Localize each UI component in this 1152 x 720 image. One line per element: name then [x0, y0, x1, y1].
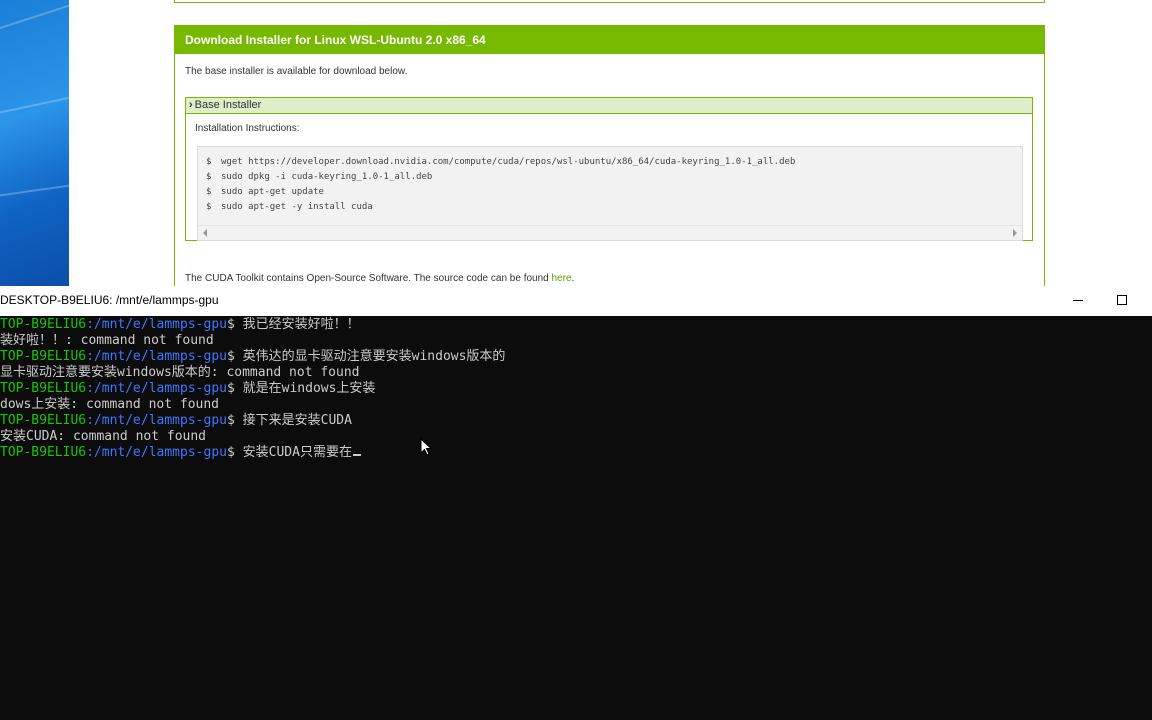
terminal-line: 装好啦！！: command not found: [0, 333, 214, 349]
code-prompt: $: [206, 172, 212, 182]
terminal-line: TOP-B9ELIU6:/mnt/e/lammps-gpu$ 安装CUDA只需要…: [0, 445, 361, 461]
prompt-dollar: $: [226, 349, 243, 364]
desktop-wallpaper: [0, 0, 69, 286]
prompt-dollar: $: [226, 381, 243, 396]
terminal-output-text: 显卡驱动注意要安装windows版本的: command not found: [0, 365, 360, 380]
code-command: sudo dpkg -i cuda-keyring_1.0-1_all.deb: [221, 172, 433, 182]
prompt-host: TOP-B9ELIU6: [0, 413, 87, 428]
base-installer-toggle[interactable]: › Base Installer: [186, 98, 1032, 114]
browser-page: Download Installer for Linux WSL-Ubuntu …: [69, 0, 1152, 286]
scroll-left-icon[interactable]: [203, 229, 207, 237]
prompt-host: TOP-B9ELIU6: [0, 445, 87, 460]
open-source-text: The CUDA Toolkit contains Open-Source So…: [185, 273, 552, 284]
terminal-titlebar[interactable]: DESKTOP-B9ELIU6: /mnt/e/lammps-gpu: [0, 286, 1152, 316]
terminal-line: TOP-B9ELIU6:/mnt/e/lammps-gpu$ 接下来是安装CUD…: [0, 413, 352, 429]
prompt-host: TOP-B9ELIU6: [0, 381, 87, 396]
terminal-input-text: 就是在windows上安装: [242, 381, 376, 396]
terminal-title: DESKTOP-B9ELIU6: /mnt/e/lammps-gpu: [0, 293, 219, 307]
terminal-line: 安装CUDA: command not found: [0, 429, 206, 445]
maximize-button[interactable]: [1100, 286, 1144, 316]
open-source-link[interactable]: here: [552, 273, 572, 284]
terminal-line: TOP-B9ELIU6:/mnt/e/lammps-gpu$ 英伟达的显卡驱动注…: [0, 349, 505, 365]
minimize-button[interactable]: [1056, 286, 1100, 316]
prompt-path: :/mnt/e/lammps-gpu: [86, 349, 227, 364]
prompt-dollar: $: [226, 317, 243, 332]
code-line: $ sudo dpkg -i cuda-keyring_1.0-1_all.deb: [206, 172, 432, 182]
wallpaper-ray: [0, 86, 69, 122]
base-installer-title: Base Installer: [194, 99, 262, 111]
available-text: The base installer is available for down…: [185, 66, 408, 77]
scroll-right-icon[interactable]: [1013, 229, 1017, 237]
code-line: $ sudo apt-get update: [206, 187, 324, 197]
prompt-path: :/mnt/e/lammps-gpu: [86, 381, 227, 396]
download-installer-panel: Download Installer for Linux WSL-Ubuntu …: [174, 25, 1045, 286]
previous-section-box: [174, 0, 1045, 3]
install-commands-code-block[interactable]: $ wget https://developer.download.nvidia.…: [197, 146, 1023, 241]
terminal-input-text: 英伟达的显卡驱动注意要安装windows版本的: [242, 349, 506, 364]
terminal-output-text: dows上安装: command not found: [0, 397, 220, 412]
code-command: sudo apt-get -y install cuda: [221, 202, 373, 212]
prompt-dollar: $: [226, 413, 243, 428]
terminal-output[interactable]: TOP-B9ELIU6:/mnt/e/lammps-gpu$ 我已经安装好啦！！…: [0, 316, 1152, 720]
terminal-input-text: 我已经安装好啦！！: [242, 317, 360, 332]
code-command: sudo apt-get update: [221, 187, 324, 197]
terminal-line: 显卡驱动注意要安装windows版本的: command not found: [0, 365, 360, 381]
chevron-right-icon: ›: [189, 99, 193, 111]
terminal-line: TOP-B9ELIU6:/mnt/e/lammps-gpu$ 我已经安装好啦！！: [0, 317, 360, 333]
open-source-period: .: [571, 273, 575, 284]
base-installer-panel: › Base Installer Installation Instruction…: [185, 97, 1033, 241]
open-source-notice: The CUDA Toolkit contains Open-Source So…: [185, 273, 574, 284]
code-prompt: $: [206, 157, 212, 167]
maximize-icon: [1117, 295, 1127, 305]
code-prompt: $: [206, 202, 212, 212]
terminal-line: dows上安装: command not found: [0, 397, 219, 413]
terminal-input-text: 接下来是安装CUDA: [242, 413, 352, 428]
terminal-input-text: 安装CUDA只需要在: [242, 445, 352, 460]
terminal-line: TOP-B9ELIU6:/mnt/e/lammps-gpu$ 就是在window…: [0, 381, 375, 397]
wallpaper-ray: [0, 177, 69, 202]
download-installer-header: Download Installer for Linux WSL-Ubuntu …: [175, 26, 1044, 54]
wallpaper-ray: [0, 0, 69, 42]
code-prompt: $: [206, 187, 212, 197]
code-line: $ wget https://developer.download.nvidia.…: [206, 157, 795, 167]
prompt-host: TOP-B9ELIU6: [0, 317, 87, 332]
code-command: wget https://developer.download.nvidia.c…: [221, 157, 796, 167]
terminal-output-text: 装好啦！！: command not found: [0, 333, 214, 348]
code-line: $ sudo apt-get -y install cuda: [206, 202, 373, 212]
code-horizontal-scrollbar[interactable]: [198, 225, 1022, 240]
installation-instructions-label: Installation Instructions:: [195, 123, 300, 134]
prompt-path: :/mnt/e/lammps-gpu: [86, 413, 227, 428]
terminal-output-text: 安装CUDA: command not found: [0, 429, 207, 444]
minimize-icon: [1073, 300, 1083, 301]
text-cursor: [352, 454, 361, 456]
prompt-host: TOP-B9ELIU6: [0, 349, 87, 364]
prompt-path: :/mnt/e/lammps-gpu: [86, 317, 227, 332]
prompt-dollar: $: [226, 445, 243, 460]
terminal-window[interactable]: DESKTOP-B9ELIU6: /mnt/e/lammps-gpu TOP-B…: [0, 286, 1152, 720]
prompt-path: :/mnt/e/lammps-gpu: [86, 445, 227, 460]
